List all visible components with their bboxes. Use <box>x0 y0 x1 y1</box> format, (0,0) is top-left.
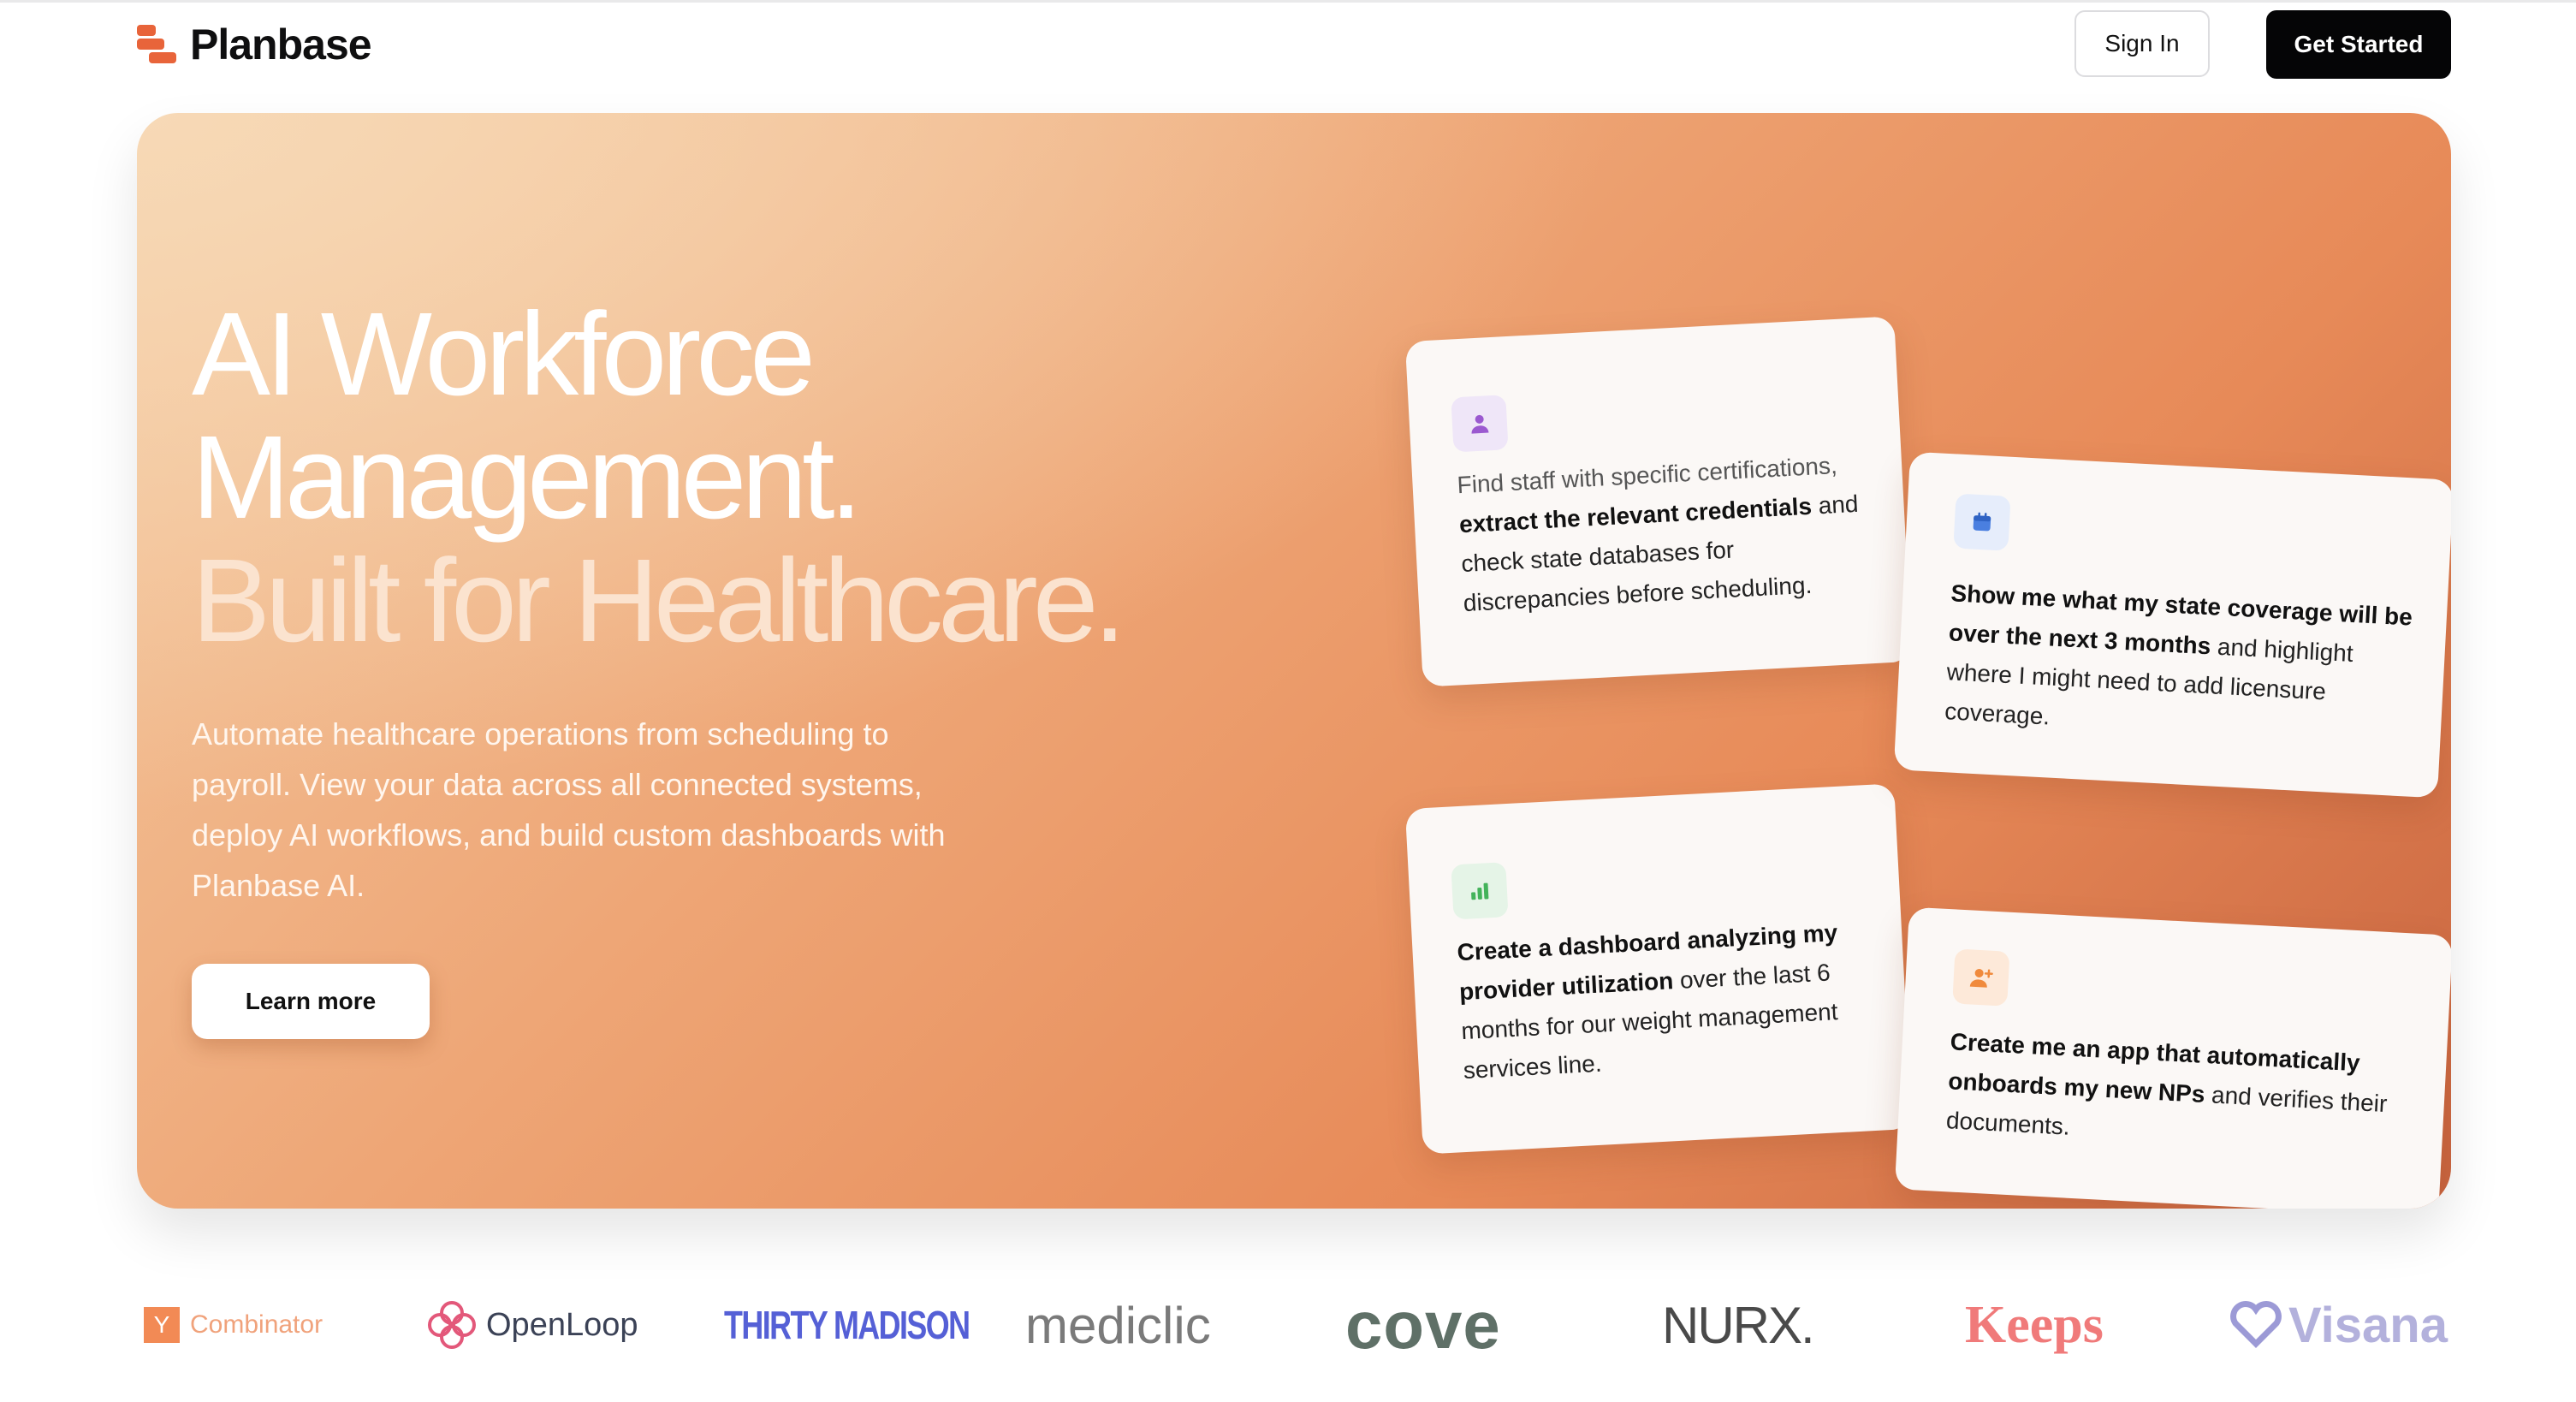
logo-ycombinator: Y Combinator <box>144 1282 323 1368</box>
openloop-icon <box>428 1301 476 1349</box>
logo-thirty-madison: THIRTY MADISON <box>724 1303 970 1347</box>
prompt-card-dashboard[interactable]: Create a dashboard analyzing my provider… <box>1404 783 1913 1155</box>
logo-nurx: NURX. <box>1662 1296 1815 1354</box>
learn-more-button[interactable]: Learn more <box>192 964 430 1039</box>
user-add-icon <box>1952 948 2010 1007</box>
bar-chart-icon <box>1451 862 1509 920</box>
prompt-card-state-coverage[interactable]: Show me what my state coverage will be o… <box>1893 451 2451 799</box>
hero-subtext: Automate healthcare operations from sche… <box>192 716 946 903</box>
top-border <box>0 0 2576 3</box>
user-icon <box>1451 395 1509 453</box>
card-text: Create me an app that automatically onbo… <box>1945 1028 2389 1140</box>
brand-logo[interactable]: Planbase <box>137 21 372 68</box>
card-text: Create a dashboard analyzing my provider… <box>1456 919 1839 1084</box>
logo-visana: Visana <box>2230 1282 2448 1368</box>
hero-section: AI Workforce Management. Built for Healt… <box>137 113 2451 1209</box>
hero-headline: AI Workforce Management. Built for Healt… <box>192 288 1126 667</box>
logo-cove: cove <box>1345 1286 1501 1363</box>
card-text: Find staff with specific certifications,… <box>1456 452 1860 617</box>
prompt-card-onboarding[interactable]: Create me an app that automatically onbo… <box>1894 906 2451 1209</box>
yc-icon: Y <box>144 1307 180 1343</box>
calendar-icon <box>1953 493 2011 551</box>
headline-line-3: Built for Healthcare. <box>192 535 1126 667</box>
get-started-button[interactable]: Get Started <box>2266 10 2451 79</box>
logo-keeps: Keeps <box>1965 1295 2104 1354</box>
headline-line-2: Management. <box>192 412 863 544</box>
card-text: Show me what my state coverage will be o… <box>1944 579 2413 730</box>
logo-openloop: OpenLoop <box>424 1282 638 1368</box>
planbase-logo-icon <box>137 25 176 64</box>
prompt-card-credentials[interactable]: Find staff with specific certifications,… <box>1404 316 1913 687</box>
customer-logos: Y Combinator OpenLoop THIRTY MADISON med… <box>137 1282 2451 1368</box>
sign-in-button[interactable]: Sign In <box>2074 10 2210 77</box>
headline-line-1: AI Workforce <box>192 288 816 420</box>
visana-heart-icon <box>2230 1301 2282 1348</box>
brand-name: Planbase <box>190 21 372 68</box>
logo-mediclic: mediclic <box>1025 1296 1211 1354</box>
